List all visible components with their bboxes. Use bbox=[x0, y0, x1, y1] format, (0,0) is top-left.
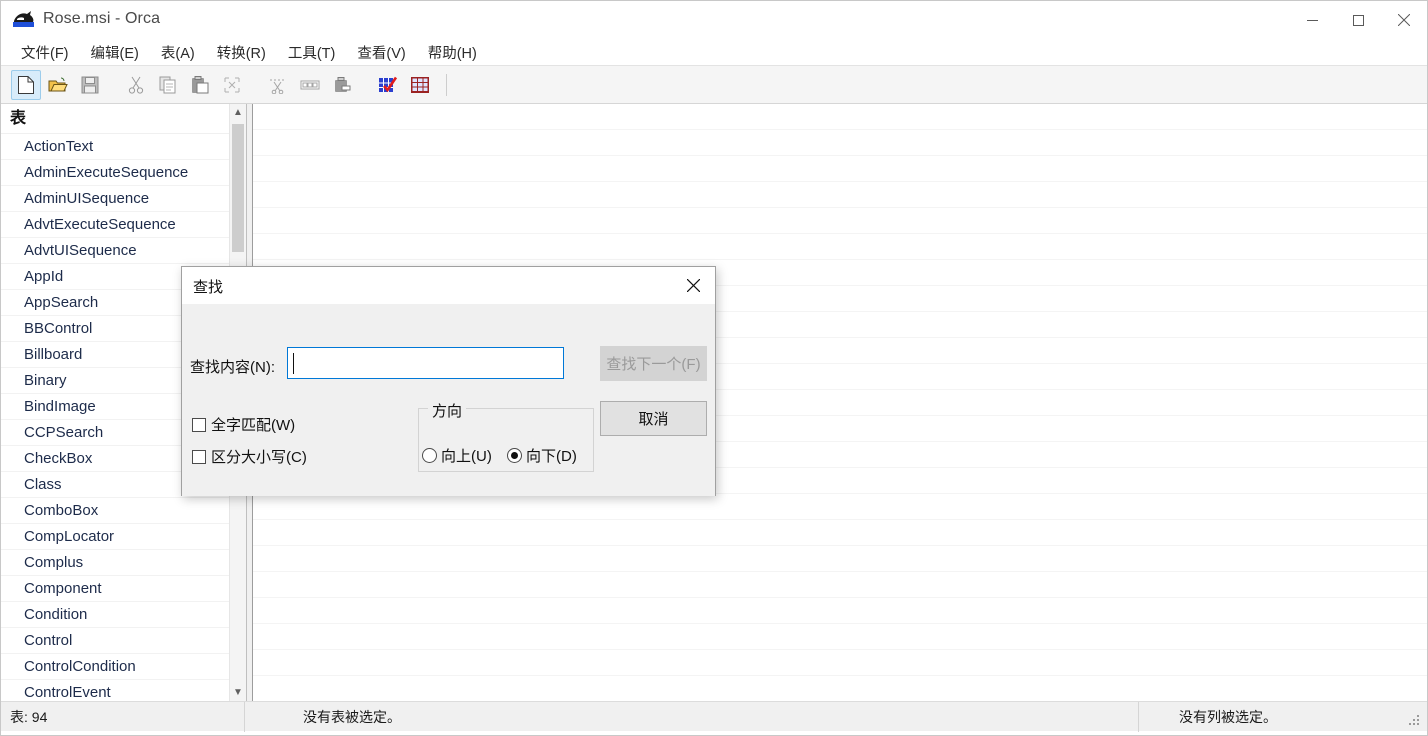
close-button[interactable] bbox=[1381, 1, 1427, 39]
window-title: Rose.msi - Orca bbox=[43, 10, 161, 27]
orca-main-window: ⌄ Rose.msi - Orca 文件(F) 编辑(E) 表(A) bbox=[0, 0, 1428, 736]
find-what-input[interactable] bbox=[287, 347, 564, 379]
grid-row bbox=[253, 104, 1427, 130]
cancel-button[interactable]: 取消 bbox=[600, 401, 707, 436]
radio-circle-selected-icon bbox=[507, 448, 522, 463]
status-bar: 表: 94 没有表被选定。 没有列被选定。 bbox=[1, 701, 1427, 732]
toolbar-separator bbox=[446, 73, 447, 96]
direction-down-radio[interactable]: 向下(D) bbox=[507, 445, 577, 466]
status-table-selection: 没有表被选定。 bbox=[245, 701, 1139, 732]
drop-row-button[interactable] bbox=[295, 70, 325, 100]
radio-circle-icon bbox=[422, 448, 437, 463]
cut-row-button[interactable] bbox=[263, 70, 293, 100]
menu-transform[interactable]: 转换(R) bbox=[206, 39, 277, 66]
open-folder-button[interactable] bbox=[43, 70, 73, 100]
find-dialog-close-button[interactable] bbox=[671, 267, 715, 304]
match-whole-word-checkbox[interactable]: 全字匹配(W) bbox=[192, 414, 295, 435]
grid-row bbox=[253, 546, 1427, 572]
table-list-item[interactable]: AdvtUISequence bbox=[1, 238, 246, 264]
grid-row bbox=[253, 624, 1427, 650]
menu-help[interactable]: 帮助(H) bbox=[417, 39, 488, 66]
menu-edit[interactable]: 编辑(E) bbox=[80, 39, 150, 66]
table-list-item[interactable]: ControlCondition bbox=[1, 654, 246, 680]
checkbox-box-icon bbox=[192, 449, 206, 464]
grid-row bbox=[253, 520, 1427, 546]
table-list-item[interactable]: Control bbox=[1, 628, 246, 654]
grid-row bbox=[253, 208, 1427, 234]
paste-special-button[interactable] bbox=[217, 70, 247, 100]
title-bar: Rose.msi - Orca bbox=[1, 1, 1427, 39]
table-list-item[interactable]: Complus bbox=[1, 550, 246, 576]
table-list-item[interactable]: ComboBox bbox=[1, 498, 246, 524]
find-next-button[interactable]: 查找下一个(F) bbox=[600, 346, 707, 381]
resize-grip-icon[interactable] bbox=[1409, 714, 1421, 726]
table-grid-button[interactable] bbox=[405, 70, 435, 100]
toolbar bbox=[1, 65, 1427, 104]
window-controls bbox=[1289, 1, 1427, 39]
orca-whale-icon bbox=[12, 10, 36, 30]
tables-panel-header: 表 bbox=[1, 104, 246, 134]
checkbox-box-icon bbox=[192, 417, 206, 432]
grid-row bbox=[253, 182, 1427, 208]
minimize-button[interactable] bbox=[1289, 1, 1335, 39]
save-button[interactable] bbox=[75, 70, 105, 100]
grid-row bbox=[253, 234, 1427, 260]
match-case-label: 区分大小写(C) bbox=[211, 449, 307, 466]
match-case-checkbox[interactable]: 区分大小写(C) bbox=[192, 446, 307, 467]
cut-button[interactable] bbox=[121, 70, 151, 100]
menu-file[interactable]: 文件(F) bbox=[10, 39, 80, 66]
chevron-up-icon[interactable]: ▲ bbox=[230, 104, 246, 121]
table-list-item[interactable]: AdminUISequence bbox=[1, 186, 246, 212]
menu-table[interactable]: 表(A) bbox=[150, 39, 206, 66]
find-dialog-title: 查找 bbox=[193, 279, 224, 296]
table-list-item[interactable]: AdvtExecuteSequence bbox=[1, 212, 246, 238]
grid-row bbox=[253, 598, 1427, 624]
direction-legend: 方向 bbox=[428, 400, 467, 421]
table-list-item[interactable]: ActionText bbox=[1, 134, 246, 160]
grid-row bbox=[253, 494, 1427, 520]
table-list-item[interactable]: Component bbox=[1, 576, 246, 602]
paste-button[interactable] bbox=[185, 70, 215, 100]
find-what-label: 查找内容(N): bbox=[190, 359, 275, 376]
status-column-selection: 没有列被选定。 bbox=[1179, 708, 1277, 725]
chevron-down-icon[interactable]: ▼ bbox=[230, 684, 246, 701]
find-dialog-titlebar: 查找 bbox=[182, 267, 715, 304]
grid-row bbox=[253, 650, 1427, 676]
grid-row bbox=[253, 156, 1427, 182]
direction-up-radio[interactable]: 向上(U) bbox=[422, 445, 492, 466]
maximize-button[interactable] bbox=[1335, 1, 1381, 39]
find-dialog-body: 查找内容(N): 全字匹配(W) 区分大小写(C) 方向 向上(U) 向下(D) bbox=[182, 304, 715, 496]
table-list-item[interactable]: AdminExecuteSequence bbox=[1, 160, 246, 186]
menu-tools[interactable]: 工具(T) bbox=[277, 39, 347, 66]
menu-bar: 文件(F) 编辑(E) 表(A) 转换(R) 工具(T) 查看(V) 帮助(H) bbox=[1, 39, 1427, 65]
menu-view[interactable]: 查看(V) bbox=[346, 39, 416, 66]
new-file-button[interactable] bbox=[11, 69, 41, 100]
direction-up-label: 向上(U) bbox=[441, 448, 492, 465]
validate-table-button[interactable] bbox=[373, 70, 403, 100]
grid-row bbox=[253, 572, 1427, 598]
table-list-item[interactable]: Condition bbox=[1, 602, 246, 628]
grid-row bbox=[253, 676, 1427, 701]
direction-down-label: 向下(D) bbox=[526, 448, 577, 465]
match-whole-word-label: 全字匹配(W) bbox=[211, 417, 296, 434]
find-dialog: 查找 查找内容(N): 全字匹配(W) 区分大小写(C) 方向 向上(U) 向下… bbox=[181, 266, 716, 496]
copy-button[interactable] bbox=[153, 70, 183, 100]
table-list-item[interactable]: CompLocator bbox=[1, 524, 246, 550]
scrollbar-thumb[interactable] bbox=[232, 124, 244, 252]
text-caret bbox=[293, 353, 294, 374]
status-tables-count: 表: 94 bbox=[1, 701, 245, 732]
add-row-button[interactable] bbox=[327, 70, 357, 100]
grid-row bbox=[253, 130, 1427, 156]
table-list-item[interactable]: ControlEvent bbox=[1, 680, 246, 701]
